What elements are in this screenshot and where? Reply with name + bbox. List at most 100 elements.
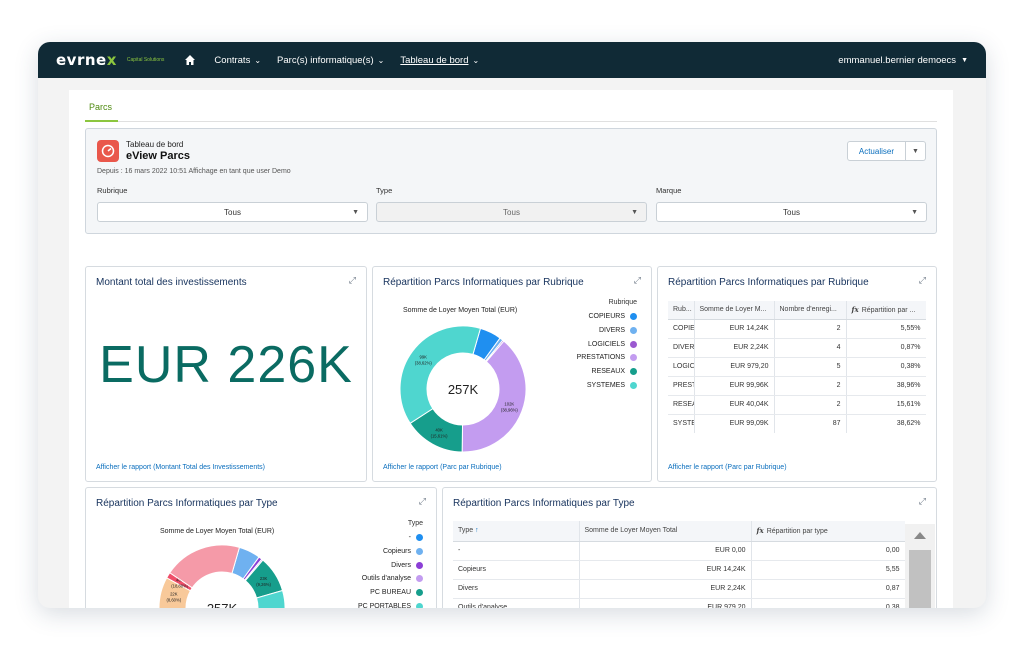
chevron-down-icon: ⌄: [472, 55, 480, 65]
table-row[interactable]: RESEAUXEUR 40,04K215,61%: [668, 395, 926, 415]
legend-item[interactable]: Outils d'analyse: [362, 575, 423, 583]
scrollbar-thumb[interactable]: [909, 550, 931, 608]
table-cell: EUR 14,24K: [694, 319, 775, 339]
nav-parcs-informatiques[interactable]: Parc(s) informatique(s) ⌄: [277, 55, 384, 66]
legend-item[interactable]: SYSTEMES: [587, 382, 637, 389]
legend-item[interactable]: RESEAUX: [592, 368, 637, 376]
table-row[interactable]: Outils d'analyse EUR 979,20 0,38: [453, 598, 905, 608]
legend-item[interactable]: -: [409, 534, 423, 541]
legend-item[interactable]: PC BUREAU: [370, 589, 423, 597]
chart-caption: Somme de Loyer Moyen Total (EUR): [403, 307, 518, 314]
evernex-logo[interactable]: evrnex: [56, 51, 117, 69]
table-cell: 5,55%: [846, 319, 926, 339]
expand-icon[interactable]: ⤢: [419, 496, 426, 507]
card-title: Répartition Parcs Informatiques par Rubr…: [668, 277, 869, 288]
total-investment-metric: EUR 226K: [99, 336, 353, 394]
formula-icon: fx: [756, 526, 764, 536]
dashboard-title: eView Parcs: [126, 150, 191, 162]
nav-contrats[interactable]: Contrats ⌄: [214, 55, 261, 66]
legend-dot: [416, 547, 423, 555]
expand-icon[interactable]: ⤢: [634, 275, 641, 286]
dashboard-subtitle: Depuis : 16 mars 2022 10:51 Affichage en…: [97, 168, 291, 175]
formula-icon: fx: [851, 305, 859, 315]
table-cell: EUR 0,00: [579, 541, 752, 561]
legend-item[interactable]: COPIEURS: [588, 313, 637, 320]
table-row[interactable]: LOGICIELSEUR 979,2050,38%: [668, 357, 926, 377]
app-window: evrnex Capital Solutions Contrats ⌄ Parc(…: [38, 42, 986, 608]
filter-select-type[interactable]: Tous ▼: [376, 202, 647, 222]
column-header[interactable]: Type ↑: [453, 521, 580, 542]
table-row[interactable]: - EUR 0,00 0,00: [453, 541, 905, 561]
legend-item[interactable]: LOGICIELS: [588, 340, 637, 348]
slice-label: (38,96%): [501, 407, 519, 412]
nav-tableau-de-bord[interactable]: Tableau de bord ⌄: [400, 55, 479, 66]
table-cell: 0,38%: [846, 357, 926, 377]
card-title: Répartition Parcs Informatiques par Rubr…: [383, 277, 584, 288]
legend-dot: [630, 368, 637, 376]
report-link[interactable]: Afficher le rapport (Parc par Rubrique): [383, 464, 502, 471]
column-header[interactable]: Somme de Loyer Moyen Total: [579, 521, 752, 542]
rubrique-table: Rub... Somme de Loyer M... Nombre d'enre…: [668, 301, 926, 433]
table-row[interactable]: COPIEURSEUR 14,24K25,55%: [668, 319, 926, 339]
card-total-investments: Montant total des investissements ⤢ EUR …: [85, 266, 367, 482]
table-cell: EUR 40,04K: [694, 395, 775, 415]
legend-item[interactable]: DIVERS: [599, 326, 637, 334]
report-link[interactable]: Afficher le rapport (Montant Total des I…: [96, 464, 265, 471]
table-row[interactable]: DIVERSEUR 2,24K40,87%: [668, 338, 926, 358]
table-cell: EUR 979,20: [579, 598, 752, 608]
expand-icon[interactable]: ⤢: [919, 275, 926, 286]
table-scrollbar[interactable]: [905, 524, 935, 608]
table-row[interactable]: Copieurs EUR 14,24K 5,55: [453, 560, 905, 580]
refresh-options-dropdown[interactable]: ▼: [906, 141, 926, 161]
table-cell: Divers: [453, 579, 580, 599]
refresh-button[interactable]: Actualiser: [846, 141, 906, 161]
sort-ascending-icon[interactable]: ↑: [475, 527, 479, 534]
rubrique-donut-chart: 102K(38,96%) 40K(15,61%) 99K(38,62%) 257K: [399, 325, 527, 453]
table-cell: EUR 99,09K: [694, 414, 775, 433]
table-cell: SYSTEMES: [668, 414, 695, 433]
expand-icon[interactable]: ⤢: [919, 496, 926, 507]
filter-select-rubrique[interactable]: Tous ▼: [97, 202, 368, 222]
dashboard-gauge-icon: [97, 140, 119, 162]
legend-item[interactable]: PC PORTABLES: [358, 603, 423, 608]
table-cell: EUR 979,20: [694, 357, 775, 377]
filter-label-rubrique: Rubrique: [97, 186, 128, 195]
filter-select-marque[interactable]: Tous ▼: [656, 202, 927, 222]
home-icon[interactable]: [184, 54, 196, 66]
table-cell: EUR 14,24K: [579, 560, 752, 580]
table-cell: RESEAUX: [668, 395, 695, 415]
column-header[interactable]: fx Répartition par ...: [846, 301, 926, 320]
expand-icon[interactable]: ⤢: [349, 275, 356, 286]
legend-item[interactable]: Copieurs: [383, 547, 423, 555]
type-donut-chart: 23K(9,26%)48K(18,84%)22K(8,60%)48K(18,80…: [158, 544, 286, 608]
card-rubrique-table: Répartition Parcs Informatiques par Rubr…: [657, 266, 937, 482]
table-cell: 0,87: [751, 579, 905, 599]
table-row[interactable]: PRESTATIONSEUR 99,96K238,96%: [668, 376, 926, 396]
column-header[interactable]: Rub...: [668, 301, 695, 320]
table-row[interactable]: SYSTEMESEUR 99,09K8738,62%: [668, 414, 926, 433]
legend-dot: [416, 603, 423, 608]
table-row[interactable]: Divers EUR 2,24K 0,87: [453, 579, 905, 599]
column-header[interactable]: Nombre d'enregi...: [774, 301, 847, 320]
slice-label: 23K: [260, 576, 268, 581]
slice-label: 22K: [170, 592, 178, 597]
dashboard-header: Tableau de bord eView Parcs Depuis : 16 …: [85, 128, 937, 234]
column-header[interactable]: Somme de Loyer M...: [694, 301, 775, 320]
user-menu[interactable]: emmanuel.bernier demoecs ▼: [838, 55, 968, 66]
table-container: Rub... Somme de Loyer M... Nombre d'enre…: [668, 301, 926, 433]
table-cell: 87: [774, 414, 847, 433]
legend-item[interactable]: Divers: [391, 561, 423, 569]
card-title: Répartition Parcs Informatiques par Type: [96, 498, 278, 509]
scroll-up-arrow-icon[interactable]: [914, 532, 926, 539]
tab-parcs[interactable]: Parcs: [85, 100, 119, 122]
table-cell: 5: [774, 357, 847, 377]
donut-slice[interactable]: [399, 325, 482, 425]
column-header[interactable]: fx Répartition par type: [751, 521, 905, 542]
filter-label-type: Type: [376, 186, 393, 195]
legend-item[interactable]: PRESTATIONS: [577, 354, 637, 362]
legend-dot: [630, 326, 637, 334]
report-link[interactable]: Afficher le rapport (Parc par Rubrique): [668, 464, 787, 471]
legend-dot: [416, 561, 423, 569]
legend-dot: [630, 340, 637, 348]
filter-label-marque: Marque: [656, 186, 682, 195]
